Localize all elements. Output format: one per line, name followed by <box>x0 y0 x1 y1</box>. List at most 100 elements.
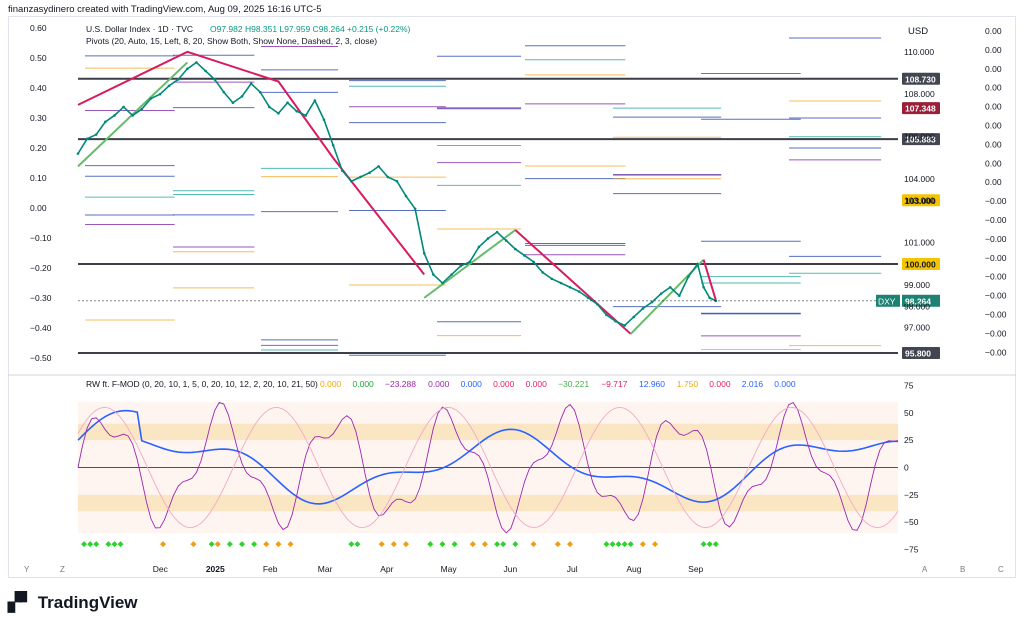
price-point <box>104 120 107 124</box>
osc-axis-tick: −75 <box>904 545 919 555</box>
left-axis-tick: −0.40 <box>30 323 52 333</box>
sell-signal-marker <box>214 541 221 548</box>
buy-signal-marker <box>500 541 507 548</box>
x-axis-month: Jul <box>567 564 578 574</box>
x-axis-month: Apr <box>380 564 393 574</box>
price-point <box>295 109 298 113</box>
right-axis-tick: 103.000 <box>904 195 935 205</box>
brand-name: TradingView <box>37 592 138 612</box>
indicator-title: RW ft. F-MOD (0, 20, 10, 1, 5, 0, 20, 10… <box>86 379 318 389</box>
price-point <box>696 262 699 266</box>
right-axis-tick: 99.000 <box>904 280 930 290</box>
price-point <box>441 281 444 285</box>
price-point <box>258 90 262 94</box>
price-badge-label: 108.730 <box>905 74 936 84</box>
x-axis-month: Aug <box>626 564 641 574</box>
price-point <box>213 78 216 81</box>
buy-signal-marker <box>451 541 458 548</box>
price-point <box>550 277 554 281</box>
price-point <box>158 92 162 96</box>
buy-signal-marker <box>81 541 88 548</box>
x-axis-month: Mar <box>318 564 333 574</box>
right-axis-tick: 108.000 <box>904 89 935 99</box>
price-point <box>140 107 144 111</box>
price-point <box>623 324 626 327</box>
far-right-axis-tick: 0.00 <box>985 64 1002 74</box>
buy-signal-marker <box>348 541 355 548</box>
price-point <box>340 169 344 172</box>
price-point <box>702 285 705 289</box>
buy-signal-marker <box>87 541 94 548</box>
osc-axis-tick: 0 <box>904 463 909 473</box>
price-badges: 108.730107.348105.883103.000100.00095.80… <box>78 72 940 360</box>
buy-signal-marker <box>93 541 100 548</box>
price-point <box>204 69 207 73</box>
sell-signal-marker <box>567 541 573 548</box>
far-right-axis-tick: −0.00 <box>985 196 1007 206</box>
sell-signal-marker <box>160 541 167 548</box>
x-axis-month: 2025 <box>206 564 225 574</box>
buy-signal-marker <box>627 541 634 548</box>
left-axis-tick: −0.10 <box>30 233 52 243</box>
trend-line <box>77 50 426 276</box>
ohlc-line: O97.982 H98.351 L97.959 C98.264 +0.215 (… <box>210 24 411 34</box>
indicator-value: 0.000 <box>493 379 515 389</box>
far-right-axis-tick: −0.00 <box>985 328 1007 338</box>
buy-signal-marker <box>105 541 112 548</box>
osc-axis-tick: 75 <box>904 380 914 390</box>
price-point <box>678 294 681 298</box>
price-badge-label: 107.348 <box>905 104 936 114</box>
price-point <box>268 105 271 109</box>
indicator-value: 0.000 <box>526 379 548 389</box>
far-right-axis-tick: 0.00 <box>985 26 1002 36</box>
price-point <box>113 114 116 117</box>
left-axis-tick: 0.60 <box>30 23 47 33</box>
indicator-value: 0.000 <box>428 379 450 389</box>
far-right-axis-tick: 0.00 <box>985 139 1002 149</box>
currency-label: USD <box>908 26 928 37</box>
price-point <box>577 290 581 293</box>
price-point <box>687 275 690 278</box>
indicator-value: 0.000 <box>320 379 342 389</box>
axis-mode-label: B <box>960 565 965 574</box>
left-axis-tick: −0.20 <box>30 263 52 273</box>
price-point <box>504 239 508 242</box>
sell-signal-marker <box>554 541 561 548</box>
price-point <box>386 175 390 179</box>
price-point <box>313 99 317 102</box>
buy-signal-marker <box>226 541 233 548</box>
far-right-axis-tick: 0.00 <box>985 121 1002 131</box>
sell-signal-marker <box>403 541 409 548</box>
tradingview-logo[interactable]: ▞▘ TradingView <box>8 592 138 613</box>
far-right-axis-tick: 0.00 <box>985 177 1002 187</box>
chart-canvas[interactable]: 108.730107.348105.883103.000100.00095.80… <box>0 0 1024 622</box>
far-right-axis-tick: −0.00 <box>985 234 1007 244</box>
price-point <box>541 271 544 274</box>
price-point <box>641 307 645 310</box>
price-badge-label: 95.800 <box>905 349 931 359</box>
price-point <box>432 273 435 276</box>
indicator-value: 0.000 <box>353 379 375 389</box>
range-shortcut: Z <box>60 565 65 574</box>
price-point <box>231 101 235 105</box>
price-point <box>322 118 326 121</box>
price-point <box>605 313 608 317</box>
price-point <box>668 285 672 289</box>
price-point <box>195 61 198 64</box>
right-axis-tick: 101.000 <box>904 238 935 248</box>
axis-mode-label: A <box>922 565 928 574</box>
left-axis-tick: 0.10 <box>30 173 47 183</box>
pivot-levels <box>78 37 898 356</box>
buy-signal-marker <box>494 541 501 548</box>
buy-signal-marker <box>512 541 519 548</box>
price-point <box>76 152 80 155</box>
x-axis-month: Jun <box>504 564 518 574</box>
x-axis-month: Dec <box>153 564 169 574</box>
indicator-value: −9.717 <box>601 379 628 389</box>
x-axis-month: Sep <box>688 564 703 574</box>
trend-lines <box>77 50 717 335</box>
price-point <box>167 84 171 88</box>
price-point <box>277 112 280 115</box>
far-right-axis-tick: −0.00 <box>985 291 1007 301</box>
trend-line <box>702 259 717 301</box>
